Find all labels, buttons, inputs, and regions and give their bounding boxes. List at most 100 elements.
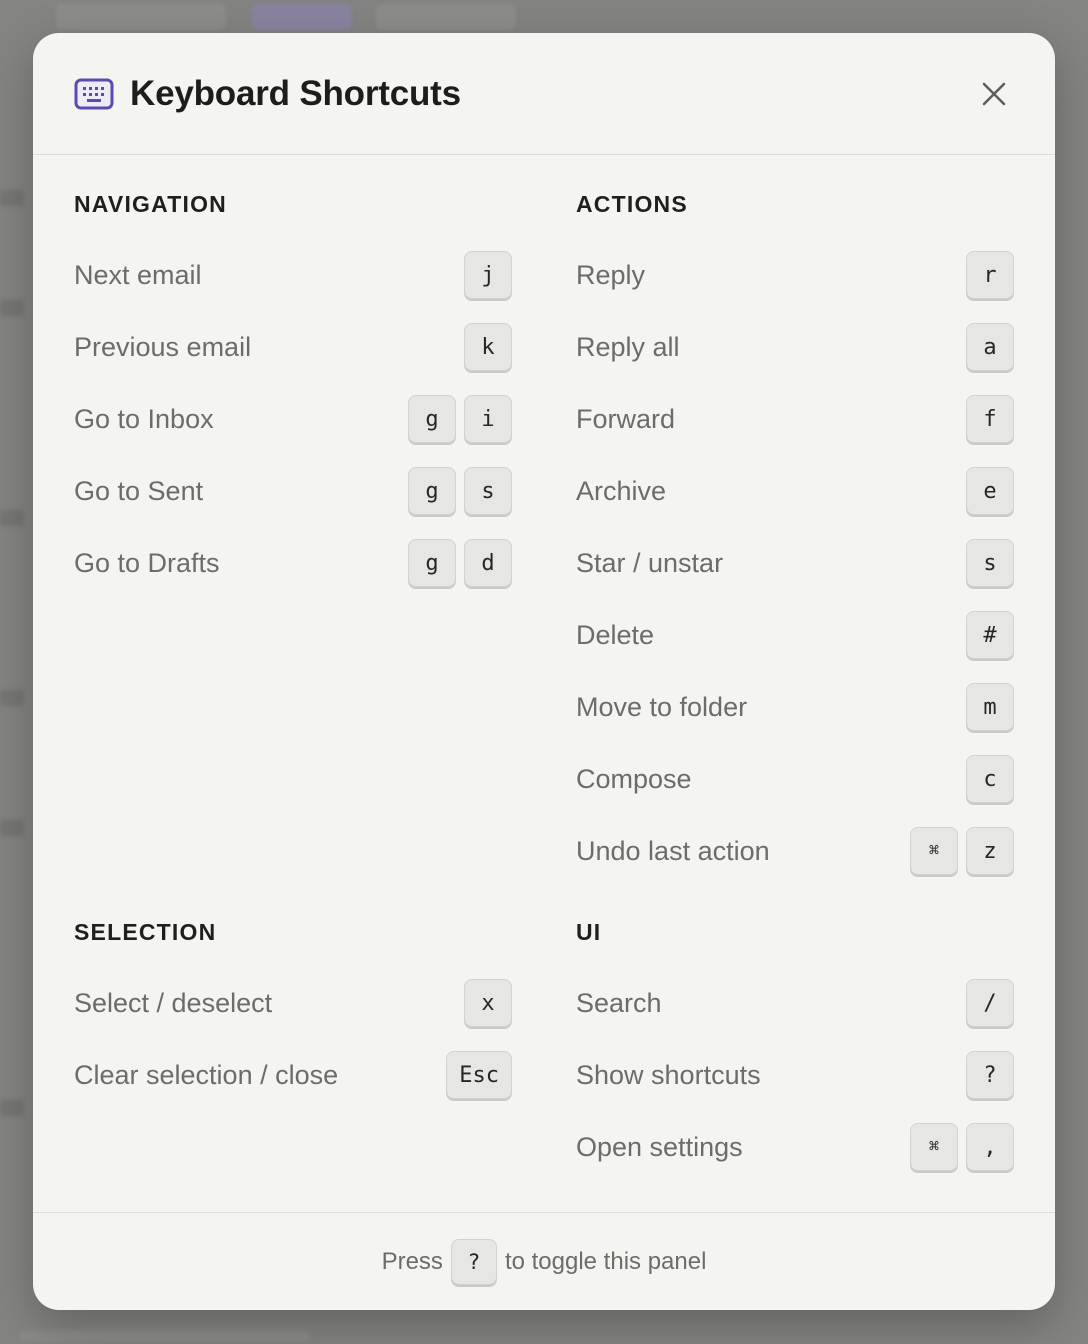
key-cap: i bbox=[464, 395, 512, 443]
shortcut-keys: s bbox=[966, 539, 1014, 587]
modal-body: NAVIGATION Next email j Previous email k Go … bbox=[33, 155, 1055, 1211]
shortcut-keys: # bbox=[966, 611, 1014, 659]
shortcut-label: Forward bbox=[576, 403, 676, 434]
shortcut-row: Reply all a bbox=[576, 311, 1014, 383]
key-cap: ⌘ bbox=[910, 827, 958, 875]
shortcut-label: Go to Drafts bbox=[74, 547, 220, 578]
modal-header: Keyboard Shortcuts bbox=[33, 33, 1055, 155]
shortcut-keys: j bbox=[464, 251, 512, 299]
modal-footer: Press ? to toggle this panel bbox=[33, 1212, 1055, 1310]
background-fragment bbox=[0, 300, 24, 316]
key-cap: / bbox=[966, 979, 1014, 1027]
shortcut-row: Move to folder m bbox=[576, 671, 1014, 743]
close-button[interactable] bbox=[974, 74, 1014, 114]
shortcut-row: Go to Drafts g d bbox=[74, 527, 512, 599]
footer-text-after: to toggle this panel bbox=[504, 1247, 707, 1275]
shortcut-row: Compose c bbox=[576, 743, 1014, 815]
shortcut-row: Show shortcuts? bbox=[576, 1039, 1014, 1111]
shortcut-label: Show shortcuts bbox=[576, 1059, 761, 1090]
navigation-section: NAVIGATION Next email j Previous email k Go … bbox=[74, 191, 512, 599]
key-cap: s bbox=[464, 467, 512, 515]
background-fragment bbox=[0, 1100, 24, 1116]
key-cap: f bbox=[966, 395, 1014, 443]
shortcut-label: Compose bbox=[576, 763, 692, 794]
section-title: UI bbox=[576, 919, 602, 945]
background-fragment bbox=[0, 820, 24, 836]
shortcut-row: Previous email k bbox=[74, 311, 512, 383]
key-cap: ? bbox=[966, 1051, 1014, 1099]
key-cap: x bbox=[464, 979, 512, 1027]
background-toolbar-item bbox=[252, 4, 352, 30]
shortcut-row: Search / bbox=[576, 967, 1014, 1039]
key-cap: g bbox=[408, 395, 456, 443]
background-fragment bbox=[0, 510, 24, 526]
shortcut-row: Next email j bbox=[74, 239, 512, 311]
key-cap: r bbox=[966, 251, 1014, 299]
shortcut-keys: k bbox=[464, 323, 512, 371]
key-cap: ⌘ bbox=[910, 1123, 958, 1171]
shortcut-label: Star / unstar bbox=[576, 547, 724, 578]
shortcut-list: Search / Show shortcuts? Open settings ⌘, bbox=[576, 967, 1014, 1183]
key-cap: z bbox=[966, 827, 1014, 875]
shortcut-row: Forward f bbox=[576, 383, 1014, 455]
key-cap: g bbox=[408, 467, 456, 515]
shortcut-keys: m bbox=[966, 683, 1014, 731]
shortcut-list: Select / deselect x Clear selection / clos… bbox=[74, 967, 512, 1111]
shortcut-label: Reply all bbox=[576, 331, 680, 362]
shortcut-keys: e bbox=[966, 467, 1014, 515]
background-toolbar-item bbox=[56, 4, 226, 30]
shortcut-keys: / bbox=[966, 979, 1014, 1027]
key-cap: s bbox=[966, 539, 1014, 587]
key-cap: c bbox=[966, 755, 1014, 803]
shortcut-keys: gi bbox=[408, 395, 512, 443]
shortcut-row: Undo last action ⌘ z bbox=[576, 815, 1014, 887]
shortcut-row: Reply r bbox=[576, 239, 1014, 311]
shortcut-label: Search bbox=[576, 987, 662, 1018]
background-fragment bbox=[20, 1330, 310, 1342]
background-fragment bbox=[0, 690, 24, 706]
shortcut-row: Archive e bbox=[576, 455, 1014, 527]
key-cap: , bbox=[966, 1123, 1014, 1171]
shortcut-keys: r bbox=[966, 251, 1014, 299]
key-cap: m bbox=[966, 683, 1014, 731]
key-cap: g bbox=[408, 539, 456, 587]
shortcut-row: Go to Inbox g i bbox=[74, 383, 512, 455]
shortcut-keys: Esc bbox=[446, 1051, 512, 1099]
key-cap: # bbox=[966, 611, 1014, 659]
key-cap: Esc bbox=[446, 1051, 512, 1099]
shortcut-list: Reply r Reply all a Forward f Archive e Star / u… bbox=[576, 239, 1014, 887]
shortcut-label: Archive bbox=[576, 475, 667, 506]
shortcut-label: Undo last action bbox=[576, 835, 770, 866]
shortcut-row: Delete # bbox=[576, 599, 1014, 671]
modal-title: Keyboard Shortcuts bbox=[130, 73, 461, 113]
shortcut-label: Previous email bbox=[74, 331, 252, 362]
shortcut-keys: ? bbox=[966, 1051, 1014, 1099]
keyboard-icon bbox=[74, 77, 114, 111]
key-cap: a bbox=[966, 323, 1014, 371]
section-title: NAVIGATION bbox=[74, 191, 227, 217]
section-title: SELECTION bbox=[74, 919, 217, 945]
key-cap: k bbox=[464, 323, 512, 371]
shortcut-label: Reply bbox=[576, 259, 646, 290]
shortcut-label: Go to Sent bbox=[74, 475, 204, 506]
shortcuts-modal: Keyboard Shortcuts NAVIGATION Next email… bbox=[33, 33, 1055, 1310]
shortcut-row: Open settings ⌘, bbox=[576, 1111, 1014, 1183]
section-title: ACTIONS bbox=[576, 191, 688, 217]
shortcut-label: Select / deselect bbox=[74, 987, 273, 1018]
shortcut-label: Clear selection / close bbox=[74, 1059, 339, 1090]
key-cap: e bbox=[966, 467, 1014, 515]
shortcut-keys: f bbox=[966, 395, 1014, 443]
shortcut-label: Move to folder bbox=[576, 691, 748, 722]
background-toolbar-item bbox=[376, 4, 516, 30]
shortcut-row: Go to Sent g s bbox=[74, 455, 512, 527]
shortcut-keys: gd bbox=[408, 539, 512, 587]
shortcut-keys: a bbox=[966, 323, 1014, 371]
actions-section: ACTIONS Reply r Reply all a Forward f Archive e… bbox=[576, 191, 1014, 887]
shortcut-keys: ⌘, bbox=[910, 1123, 1014, 1171]
shortcut-keys: ⌘ z bbox=[910, 827, 1014, 875]
key-cap: j bbox=[464, 251, 512, 299]
shortcut-keys: gs bbox=[408, 467, 512, 515]
ui-section: UI Search / Show shortcuts? Open settings ⌘, bbox=[576, 919, 1014, 1183]
shortcut-row: Clear selection / close Esc bbox=[74, 1039, 512, 1111]
shortcut-row: Star / unstar s bbox=[576, 527, 1014, 599]
